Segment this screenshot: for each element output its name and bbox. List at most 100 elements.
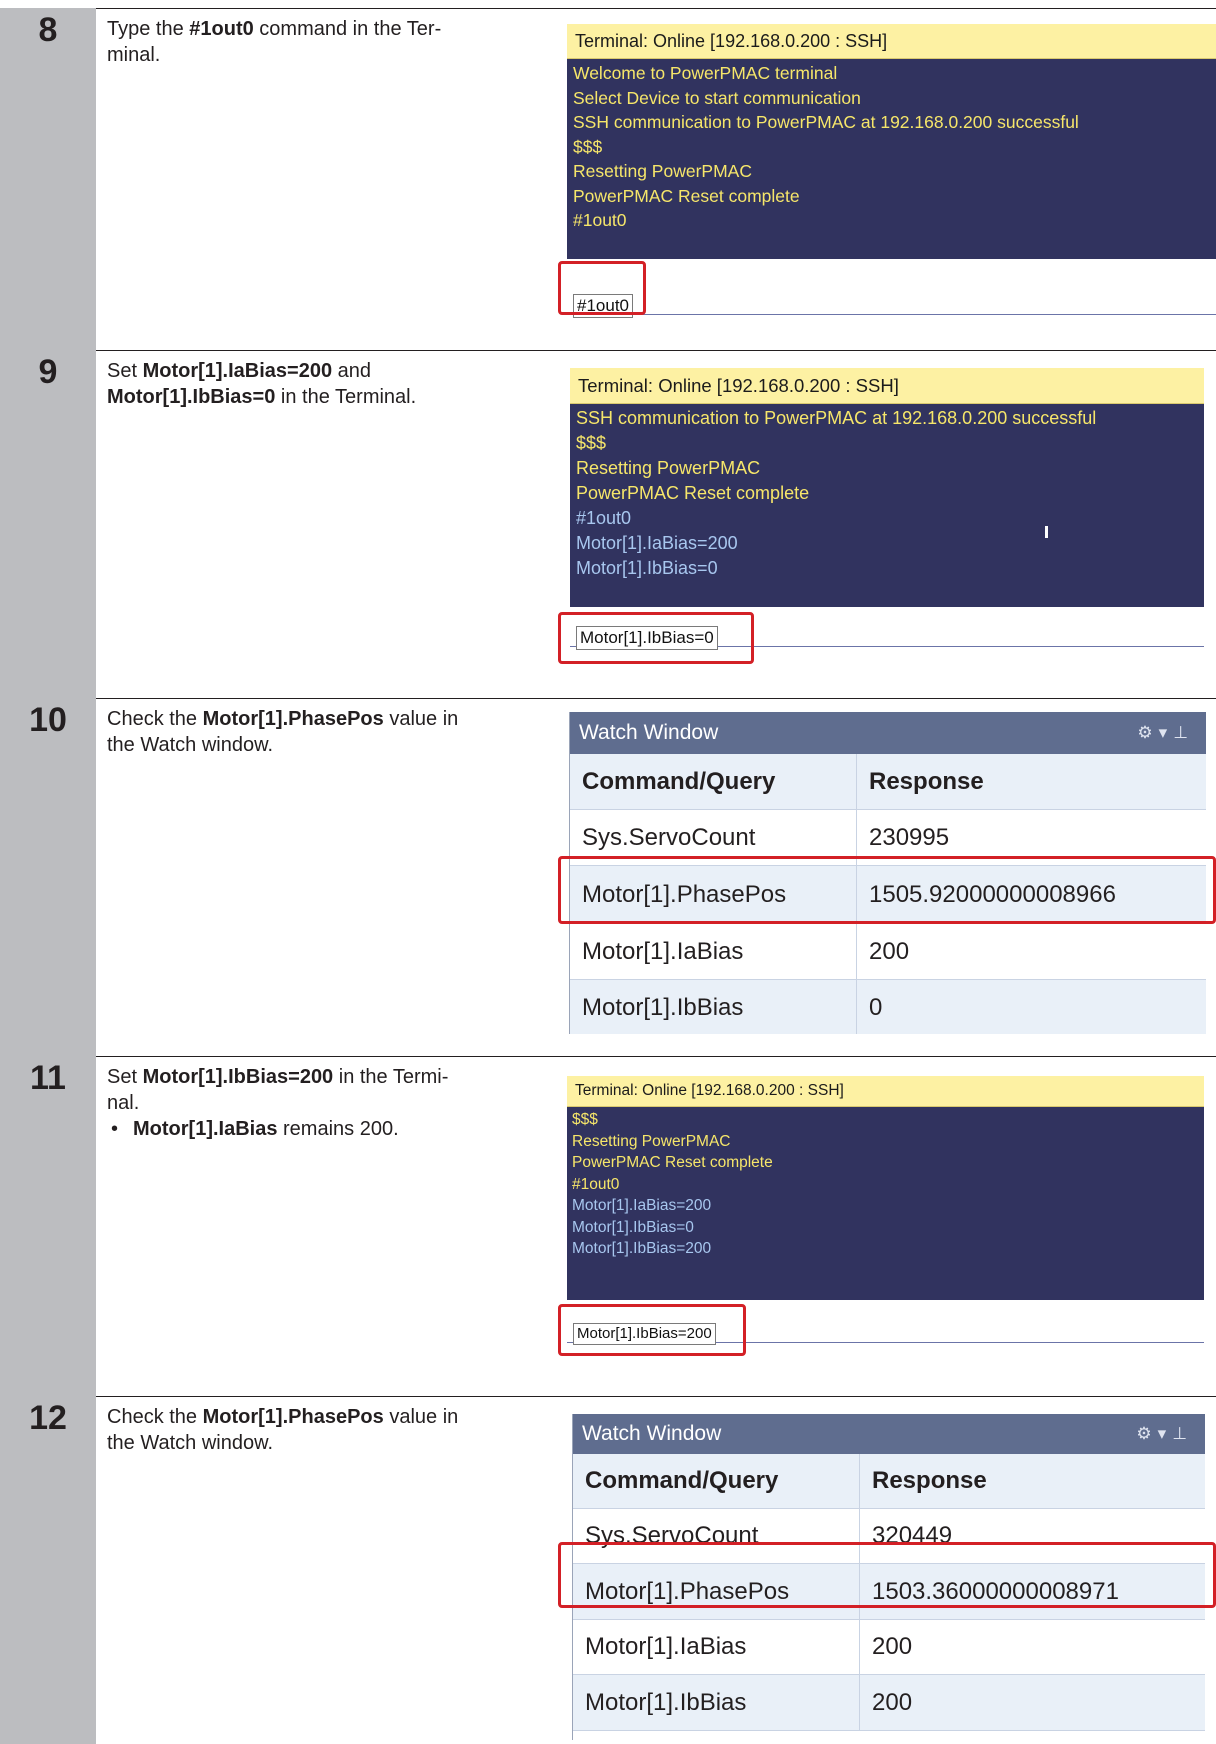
desc-text: Set [107,1066,143,1088]
desc-text: and [332,360,372,382]
desc-text: Type the [107,18,190,40]
col-header-response[interactable]: Response [860,1454,1205,1508]
cell-command: Motor[1].IbBias [570,980,857,1034]
table-row[interactable]: Motor[1].IbBias 200 [573,1675,1205,1731]
highlight-box [558,261,646,315]
terminal-line: #1out0 [576,508,632,528]
terminal-line: SSH communication to PowerPMAC at 192.16… [576,408,1097,428]
desc-text: command in the Ter- [253,18,442,40]
terminal-line: $$$ [572,1111,598,1128]
highlight-box [558,612,754,664]
desc-text: the Watch window. [107,734,274,756]
terminal-line: Welcome to PowerPMAC terminal [573,63,838,83]
step-divider [0,1056,1216,1057]
terminal-window: Terminal: Online [192.168.0.200 : SSH] W… [567,24,1216,320]
terminal-line: $$$ [576,433,607,453]
desc-text: Set [107,360,143,382]
desc-bold: Motor[1].PhasePos [202,708,384,730]
step-number-column: 9 [0,350,96,698]
desc-text: in the Termi- [333,1066,449,1088]
col-header-command[interactable]: Command/Query [570,754,857,809]
highlight-box [558,1304,746,1356]
watch-window-title: Watch Window ⚙▾⊥ [570,712,1206,754]
table-row[interactable]: Motor[1].IaBias 200 [570,924,1206,980]
cell-command: Motor[1].IbBias [573,1675,860,1730]
step-number: 9 [38,353,58,391]
col-header-response[interactable]: Response [857,754,1206,809]
step-divider [0,350,1216,351]
settings-gear-icon[interactable]: ⚙ [1136,1424,1157,1443]
text-cursor-icon [1045,526,1048,538]
desc-bold: Motor[1].PhasePos [202,1406,384,1428]
step-11: 11 Set Motor[1].IbBias=200 in the Termi-… [0,1056,1216,1396]
table-row[interactable]: Motor[1].IaBias 200 [573,1620,1205,1675]
terminal-line: Motor[1].IbBias=0 [572,1218,694,1236]
terminal-output: $$$ Resetting PowerPMAC PowerPMAC Reset … [567,1107,1204,1300]
terminal-title: Terminal: Online [192.168.0.200 : SSH] [570,368,1204,404]
terminal-line: Motor[1].IbBias=200 [572,1240,712,1257]
step-description: Check the Motor[1].PhasePos value in the… [107,1404,547,1456]
bullet-item: Motor[1].IaBias remains 200. [107,1116,547,1142]
step-number: 10 [29,701,67,739]
terminal-line: Select Device to start communication [573,87,861,108]
terminal-line: Resetting PowerPMAC [573,161,752,181]
watch-window-title: Watch Window ⚙▾⊥ [573,1414,1205,1454]
dropdown-arrow-icon[interactable]: ▾ [1159,723,1174,742]
pin-icon[interactable]: ⊥ [1172,1424,1193,1443]
col-header-command[interactable]: Command/Query [573,1454,860,1508]
terminal-line: SSH communication to PowerPMAC at 192.16… [573,112,1079,132]
terminal-output: Welcome to PowerPMAC terminal Select Dev… [567,59,1216,259]
watch-title-text: Watch Window [579,721,719,744]
step-number: 11 [30,1059,66,1097]
step-divider [0,698,1216,699]
bullet-list: Motor[1].IaBias remains 200. [107,1116,547,1142]
step-8: 8 Type the #1out0 command in the Ter- mi… [0,8,1216,350]
dropdown-arrow-icon[interactable]: ▾ [1158,1424,1173,1443]
terminal-line: Resetting PowerPMAC [572,1132,731,1150]
step-number-column: 10 [0,698,96,1056]
desc-bold: #1out0 [189,18,254,40]
highlight-box [558,856,1216,924]
desc-text: value in [383,1406,459,1428]
terminal-line: #1out0 [573,210,627,230]
terminal-line: $$$ [573,136,603,157]
table-row[interactable]: Motor[1].IbBias 0 [570,980,1206,1034]
desc-text: the Watch window. [107,1432,274,1454]
terminal-line: Motor[1].IaBias=200 [572,1197,712,1214]
terminal-title: Terminal: Online [192.168.0.200 : SSH] [567,24,1216,59]
step-number-column: 8 [0,8,96,350]
terminal-output: SSH communication to PowerPMAC at 192.16… [570,404,1204,607]
step-description: Type the #1out0 command in the Ter- mina… [107,16,547,68]
highlight-box [558,1542,1216,1608]
terminal-line: Resetting PowerPMAC [576,458,761,478]
cell-response: 200 [872,1688,913,1716]
watch-header-row: Command/Query Response [573,1454,1205,1509]
step-10: 10 Check the Motor[1].PhasePos value in … [0,698,1216,1056]
cell-command: Motor[1].IaBias [573,1620,860,1674]
terminal-line: PowerPMAC Reset complete [572,1154,773,1171]
cell-response: 0 [869,993,883,1021]
step-number: 8 [38,11,58,49]
terminal-line: Motor[1].IbBias=0 [576,558,718,578]
desc-text: nal. [107,1092,140,1114]
terminal-line: PowerPMAC Reset complete [573,185,800,206]
settings-gear-icon[interactable]: ⚙ [1137,723,1158,742]
desc-text: in the Terminal. [275,386,417,408]
watch-window-controls: ⚙▾⊥ [1136,1414,1193,1454]
step-number-column: 12 [0,1396,96,1744]
step-number: 12 [29,1399,67,1437]
pin-icon[interactable]: ⊥ [1173,723,1194,742]
step-description: Check the Motor[1].PhasePos value in the… [107,706,547,758]
step-number-column: 11 [0,1056,96,1396]
watch-window-controls: ⚙▾⊥ [1137,712,1194,754]
desc-text: Check the [107,1406,203,1428]
step-12: 12 Check the Motor[1].PhasePos value in … [0,1396,1216,1744]
desc-bold: Motor[1].IaBias=200 [142,360,333,382]
desc-text: value in [383,708,459,730]
desc-text: Check the [107,708,203,730]
terminal-line: PowerPMAC Reset complete [576,483,810,503]
step-description: Set Motor[1].IbBias=200 in the Termi- na… [107,1064,547,1142]
terminal-input-underline [567,314,1216,315]
desc-bold: Motor[1].IbBias=200 [142,1066,334,1088]
step-divider [0,1396,1216,1397]
